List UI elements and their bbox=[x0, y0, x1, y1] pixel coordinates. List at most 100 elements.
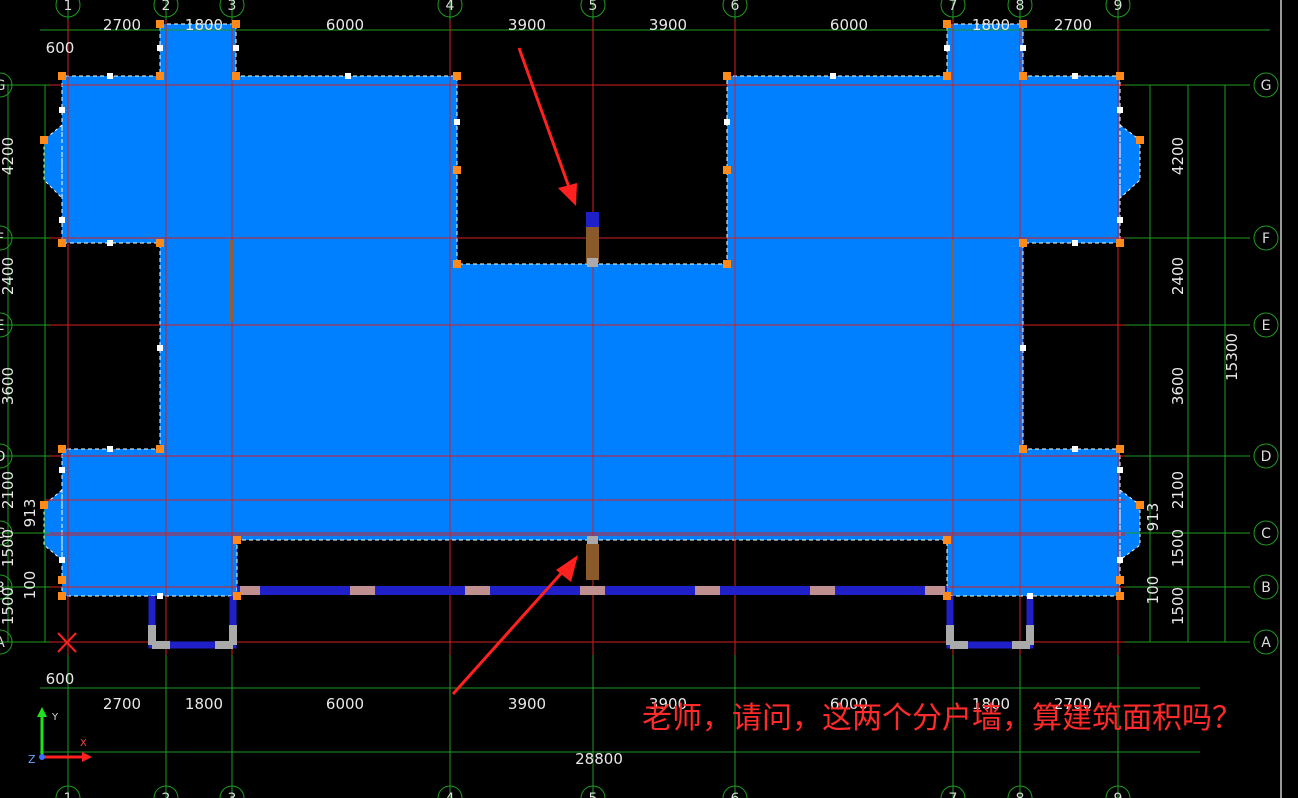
ucs-axis-icon: Y X Z bbox=[28, 707, 92, 766]
grip-29 bbox=[40, 501, 48, 509]
ucs-z-label: Z bbox=[28, 753, 36, 766]
partition-right bbox=[951, 240, 954, 322]
grip-white-24 bbox=[157, 593, 163, 599]
south-window-2 bbox=[350, 586, 375, 595]
axis-label-C-right: C bbox=[1261, 526, 1271, 542]
grip-white-3 bbox=[1072, 73, 1078, 79]
dim-left-3: 2100 bbox=[0, 471, 17, 509]
dim-bottom-3: 3900 bbox=[508, 695, 546, 713]
grip-white-12 bbox=[107, 446, 113, 452]
axis-label-G-right: G bbox=[1261, 78, 1272, 94]
axis-label-8-bottom: 8 bbox=[1016, 791, 1025, 798]
grip-2 bbox=[943, 20, 951, 28]
balcony-left bbox=[148, 596, 237, 649]
axis-label-2-top: 2 bbox=[162, 0, 171, 14]
axis-label-9-top: 9 bbox=[1114, 0, 1123, 14]
axis-label-3-top: 3 bbox=[228, 0, 237, 14]
party-wall-south bbox=[586, 544, 599, 580]
grip-white-14 bbox=[59, 107, 65, 113]
grip-35 bbox=[1116, 576, 1124, 584]
dim-bottom-0: 2700 bbox=[103, 695, 141, 713]
grip-27 bbox=[1116, 592, 1124, 600]
axis-label-4-top: 4 bbox=[446, 0, 455, 14]
dim-right-5: 1500 bbox=[1169, 587, 1187, 625]
grip-26 bbox=[943, 592, 951, 600]
dim-top-7: 2700 bbox=[1054, 16, 1092, 34]
dim-left-5: 1500 bbox=[0, 587, 17, 625]
grip-white-8 bbox=[107, 240, 113, 246]
south-window-7 bbox=[925, 586, 945, 595]
axis-label-3-bottom: 3 bbox=[228, 791, 237, 798]
axis-label-A-right: A bbox=[1261, 635, 1271, 651]
south-window-4 bbox=[580, 586, 605, 595]
grip-14 bbox=[58, 239, 66, 247]
grip-white-22 bbox=[59, 557, 65, 563]
dim-right-2: 3600 bbox=[1169, 367, 1187, 405]
dim-left-0: 4200 bbox=[0, 137, 17, 175]
axis-label-9-bottom: 9 bbox=[1114, 791, 1123, 798]
axis-label-1-top: 1 bbox=[64, 0, 73, 14]
grip-white-0 bbox=[107, 73, 113, 79]
grip-28 bbox=[40, 136, 48, 144]
grip-3 bbox=[1019, 20, 1027, 28]
arrow-north bbox=[517, 47, 577, 206]
party-wall-north-cap bbox=[586, 212, 599, 228]
south-window-5 bbox=[695, 586, 720, 595]
grip-white-1 bbox=[345, 73, 351, 79]
axis-label-7-top: 7 bbox=[949, 0, 958, 14]
grip-4 bbox=[58, 72, 66, 80]
axis-label-B-right: B bbox=[1261, 580, 1271, 596]
axis-label-6-top: 6 bbox=[731, 0, 740, 14]
axis-label-8-top: 8 bbox=[1016, 0, 1025, 14]
balcony-left-joint-4 bbox=[215, 641, 233, 649]
grip-white-13 bbox=[1072, 446, 1078, 452]
balcony-right-joint-3 bbox=[950, 641, 968, 649]
axis-label-4-bottom: 4 bbox=[446, 791, 455, 798]
grip-1 bbox=[232, 20, 240, 28]
grip-white-15 bbox=[1117, 107, 1123, 113]
axis-label-A-left: A bbox=[0, 635, 5, 651]
dim-top-1: 1800 bbox=[185, 16, 223, 34]
axis-label-2-bottom: 2 bbox=[162, 791, 171, 798]
axis-label-5-bottom: 5 bbox=[589, 791, 598, 798]
balcony-left-joint-3 bbox=[152, 641, 170, 649]
dim-top-0: 2700 bbox=[103, 16, 141, 34]
grip-10 bbox=[1019, 72, 1027, 80]
axis-label-F-left: F bbox=[0, 231, 4, 247]
question-annotation: 老师，请问，这两个分户墙，算建筑面积吗？ bbox=[642, 701, 1242, 736]
dim-offset-bottom: 600 bbox=[46, 670, 75, 688]
south-window-6 bbox=[810, 586, 835, 595]
grip-12 bbox=[453, 260, 461, 268]
grip-23 bbox=[233, 536, 241, 544]
ucs-x-label: X bbox=[80, 738, 87, 749]
south-window-3 bbox=[465, 586, 490, 595]
grip-20 bbox=[1019, 445, 1027, 453]
grip-white-21 bbox=[1117, 467, 1123, 473]
axis-label-E-left: E bbox=[0, 318, 4, 334]
grip-33 bbox=[723, 166, 731, 174]
grip-white-18 bbox=[454, 119, 460, 125]
axis-label-E-right: E bbox=[1262, 318, 1271, 334]
grip-white-23 bbox=[1117, 557, 1123, 563]
grip-white-11 bbox=[1020, 345, 1026, 351]
grip-34 bbox=[58, 576, 66, 584]
partition-left bbox=[230, 240, 233, 322]
dim-left-4: 1500 bbox=[0, 529, 17, 567]
grip-white-5 bbox=[233, 45, 239, 51]
south-window-1 bbox=[240, 586, 260, 595]
party-wall-south-end bbox=[587, 536, 598, 545]
grip-white-20 bbox=[59, 467, 65, 473]
grip-32 bbox=[453, 166, 461, 174]
dim-right-3: 2100 bbox=[1169, 471, 1187, 509]
grip-30 bbox=[1136, 136, 1144, 144]
grip-6 bbox=[232, 72, 240, 80]
dim-left-2: 3600 bbox=[0, 367, 17, 405]
dim-right-4: 1500 bbox=[1169, 529, 1187, 567]
axis-label-6-bottom: 6 bbox=[731, 791, 740, 798]
grip-31 bbox=[1136, 501, 1144, 509]
floor-plan-canvas[interactable]: 112233445566778899GGFFEEDDCCBBAA 2700180… bbox=[0, 0, 1298, 798]
grip-19 bbox=[156, 445, 164, 453]
grip-8 bbox=[723, 72, 731, 80]
dim-right-total: 15300 bbox=[1223, 333, 1241, 381]
arrow-south bbox=[451, 555, 578, 696]
